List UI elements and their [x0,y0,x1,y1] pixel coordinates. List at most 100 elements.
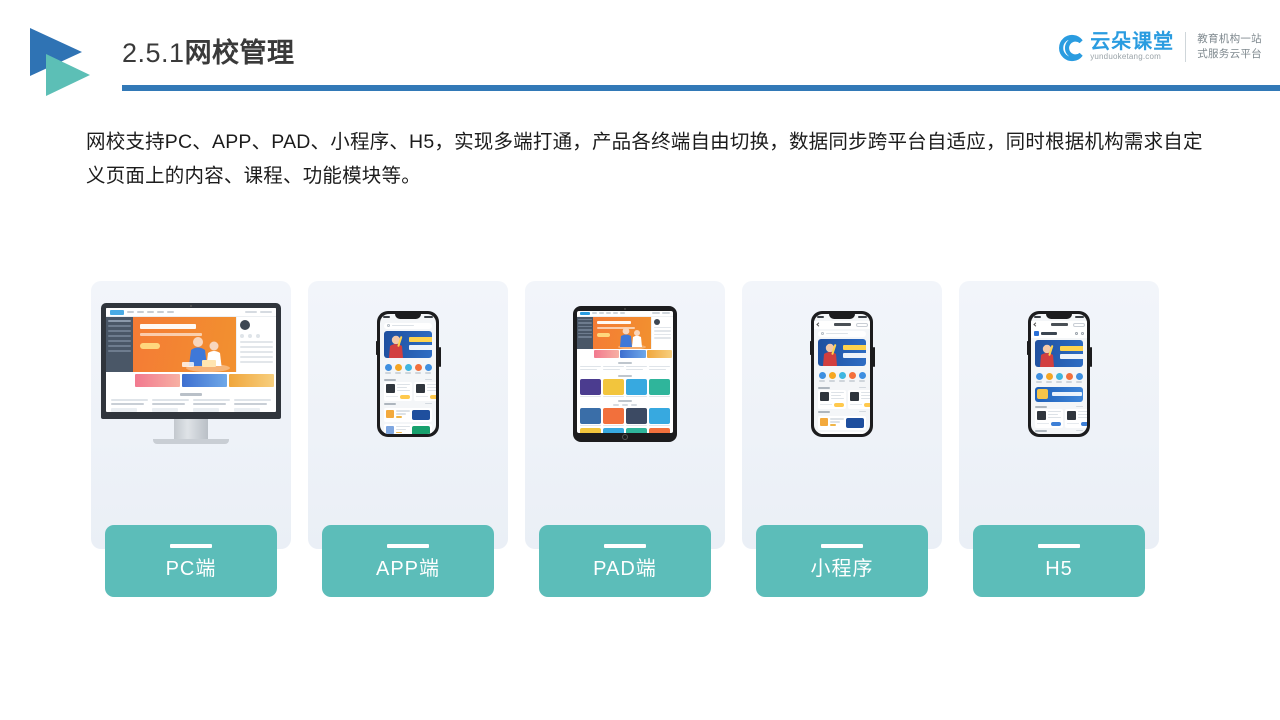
app-icon-item[interactable] [818,371,826,382]
phone-power-button [1090,346,1092,367]
course-thumbnail [416,383,425,393]
search-bar[interactable] [384,322,432,329]
course-tile[interactable] [649,378,670,395]
platform-label-text: PAD端 [593,557,657,580]
list-item[interactable] [384,408,432,422]
app-icon-item[interactable] [1035,372,1043,383]
nav-item [127,311,134,313]
app-icon-item[interactable] [828,371,836,382]
platform-card-pad[interactable]: PAD端 [525,281,725,597]
nav-item [167,311,174,313]
brand-tagline-line2: 式服务云平台 [1197,48,1262,60]
search-bar[interactable] [818,330,866,337]
app-icon-item[interactable] [838,371,846,382]
phone-volume-button [375,340,377,355]
course-tile[interactable] [603,428,624,433]
app-icon-item[interactable] [404,363,412,374]
course-thumbnail [1067,410,1076,420]
tablet-sidebar [577,316,593,349]
h5-icon-row [1031,369,1087,386]
platform-label-miniprogram[interactable]: 小程序 [756,525,928,597]
h5-promo-banner[interactable] [1035,386,1083,402]
platform-label-text: APP端 [375,557,441,580]
app-icon-row [380,360,436,377]
app-hero-banner [818,338,866,366]
course-tile[interactable] [580,378,601,395]
app-icon-item[interactable] [424,363,432,374]
course-tile[interactable] [626,378,647,395]
website-section-title [180,393,202,396]
platform-label-app[interactable]: APP端 [322,525,494,597]
app-icon-item[interactable] [394,363,402,374]
tablet-home-button[interactable] [622,434,628,440]
course-thumbnail [850,391,859,401]
app-icon-item[interactable] [1065,372,1073,383]
platform-label-h5[interactable]: H5 [973,525,1145,597]
teal-triangle-icon [46,54,90,96]
app-icon-item[interactable] [858,371,866,382]
brand-tagline-line1: 教育机构一站 [1197,33,1262,46]
course-tile[interactable] [603,378,624,395]
website-mockup [106,308,276,412]
tablet-section-title [618,374,632,377]
list-badge [846,418,864,428]
monitor-frame [101,303,281,444]
miniprogram-title [833,323,851,326]
course-card[interactable] [414,381,436,401]
menu-icon[interactable] [1075,331,1078,335]
user-icon[interactable] [1081,331,1084,335]
app-hero-banner [384,330,432,358]
course-tile[interactable] [580,428,601,433]
website-logo-icon [110,309,124,315]
list-item[interactable] [384,423,432,434]
h5-hero-banner [1035,339,1083,367]
course-card[interactable] [1065,408,1087,428]
tablet-tab-row[interactable] [577,404,673,406]
course-card[interactable] [384,381,412,401]
back-arrow-icon[interactable] [1033,322,1038,327]
cloud-icon [1056,32,1086,62]
avatar [240,320,250,330]
slide-header: 2.5.1网校管理 云朵课堂 yunduoketang.com 教育机构一站 式… [0,0,1280,110]
course-tile[interactable] [649,407,670,424]
course-tile[interactable] [626,407,647,424]
back-arrow-icon[interactable] [816,322,821,327]
list-item[interactable] [818,416,866,430]
tablet-course-grid-row [577,378,673,395]
website-sidebar [106,317,133,372]
app-icon-item[interactable] [384,363,392,374]
phone-frame [1026,310,1092,437]
app-icon-item[interactable] [848,371,856,382]
course-tile[interactable] [603,407,624,424]
platform-card-miniprogram[interactable]: 小程序 [742,281,942,597]
platform-label-pc[interactable]: PC端 [105,525,277,597]
course-thumbnail [820,391,829,401]
platform-card-app[interactable]: APP端 [308,281,508,597]
tablet-course-grid-row [577,428,673,433]
course-tile[interactable] [580,407,601,424]
course-card[interactable] [818,389,846,409]
list-badge [412,410,430,420]
website-hero [106,317,276,372]
label-accent-bar [821,543,863,548]
platform-card-pc[interactable]: PC端 [91,281,291,597]
course-tile[interactable] [649,428,670,433]
list-thumbnail [386,425,394,434]
app-icon-item[interactable] [1055,372,1063,383]
platform-card-h5[interactable]: H5 [959,281,1159,597]
phone-notch [829,313,855,319]
course-tile[interactable] [626,428,647,433]
course-card[interactable] [1035,408,1063,428]
app-icon-item[interactable] [1045,372,1053,383]
miniprogram-capsule-icon[interactable] [856,322,868,327]
tablet-camera-icon [624,307,626,310]
miniprogram-title-bar [814,320,870,329]
platform-label-pad[interactable]: PAD端 [539,525,711,597]
app-icon-item[interactable] [1075,372,1083,383]
list-item[interactable] [818,431,866,434]
course-card[interactable] [848,389,870,409]
gift-icon [1037,389,1048,399]
browser-menu-icon[interactable] [1073,322,1085,327]
site-logo-icon [1034,330,1039,336]
app-icon-item[interactable] [414,363,422,374]
